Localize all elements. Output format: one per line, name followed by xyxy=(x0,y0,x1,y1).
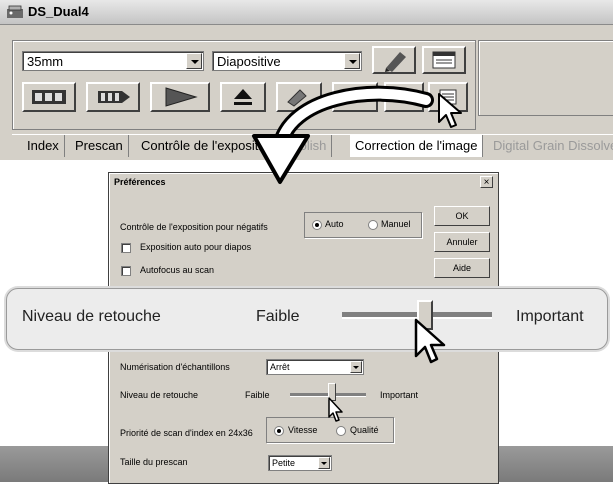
zoom-low-label: Faible xyxy=(256,308,300,325)
dialog-title: Préférences xyxy=(114,177,166,187)
sampling-label: Numérisation d'échantillons xyxy=(120,362,230,372)
tab-index[interactable]: Index xyxy=(22,135,65,157)
curved-arrow-icon xyxy=(252,85,434,184)
neg-exposure-auto-radio[interactable] xyxy=(312,220,322,230)
autofocus-scan-label: Autofocus au scan xyxy=(140,265,215,275)
tab-digital-grain-dissolver[interactable]: Digital Grain Dissolver xyxy=(488,135,613,157)
tab-prescan[interactable]: Prescan xyxy=(70,135,129,157)
index-priority-speed-radio[interactable] xyxy=(274,426,284,436)
close-button[interactable]: × xyxy=(480,176,493,188)
settings-panel-button[interactable] xyxy=(422,46,466,74)
window-icon xyxy=(432,51,456,69)
pointer-cursor-icon xyxy=(328,397,343,422)
pencil-icon xyxy=(385,52,406,72)
pointer-cursor-icon xyxy=(414,318,446,364)
index-priority-quality-radio[interactable] xyxy=(336,426,346,436)
sampling-select[interactable]: Arrêt xyxy=(266,359,364,375)
neg-exposure-manual-label: Manuel xyxy=(381,219,411,229)
neg-exposure-label: Contrôle de l'exposition pour négatifs xyxy=(120,222,268,232)
sampling-value: Arrêt xyxy=(270,362,290,372)
scan-button[interactable] xyxy=(150,82,210,112)
index-priority-speed-label: Vitesse xyxy=(288,425,318,435)
film-type-select[interactable]: Diapositive xyxy=(212,51,362,71)
auto-exposure-slides-label: Exposition auto pour diapos xyxy=(140,242,252,252)
filmstrip-index-icon xyxy=(32,90,66,104)
index-priority-quality-label: Qualité xyxy=(350,425,379,435)
chevron-down-icon[interactable] xyxy=(350,361,362,373)
retouch-label: Niveau de retouche xyxy=(120,390,199,400)
preview-panel xyxy=(478,40,613,116)
index-scan-button[interactable] xyxy=(22,82,76,112)
window-title: DS_Dual4 xyxy=(28,4,89,19)
title-bar xyxy=(0,0,613,25)
scan-icon xyxy=(165,87,198,107)
prescan-size-label: Taille du prescan xyxy=(120,457,188,467)
zoom-retouch-label: Niveau de retouche xyxy=(22,308,161,325)
zoom-high-label: Important xyxy=(516,308,584,325)
chevron-down-icon[interactable] xyxy=(186,53,202,69)
ok-button[interactable]: OK xyxy=(434,206,490,226)
film-type-value: Diapositive xyxy=(217,54,281,69)
cancel-button[interactable]: Annuler xyxy=(434,232,490,252)
prescan-button[interactable] xyxy=(86,82,140,112)
film-size-select[interactable]: 35mm xyxy=(22,51,204,71)
autofocus-scan-checkbox[interactable] xyxy=(121,266,131,276)
help-button[interactable]: Aide xyxy=(434,258,490,278)
auto-exposure-slides-checkbox[interactable] xyxy=(121,243,131,253)
edit-button[interactable] xyxy=(372,46,416,74)
retouch-high-label: Important xyxy=(380,390,419,400)
pointer-cursor-icon xyxy=(438,93,462,128)
neg-exposure-auto-label: Auto xyxy=(325,219,344,229)
neg-exposure-manual-radio[interactable] xyxy=(368,220,378,230)
index-priority-label: Priorité de scan d'index en 24x36 xyxy=(120,428,253,438)
film-size-value: 35mm xyxy=(27,54,64,69)
prescan-size-select[interactable]: Petite xyxy=(268,455,332,471)
chevron-down-icon[interactable] xyxy=(318,457,330,469)
chevron-down-icon[interactable] xyxy=(344,53,360,69)
prescan-icon xyxy=(98,91,130,103)
prescan-size-value: Petite xyxy=(272,458,296,468)
retouch-low-label: Faible xyxy=(245,390,270,400)
scanner-icon xyxy=(7,5,23,18)
